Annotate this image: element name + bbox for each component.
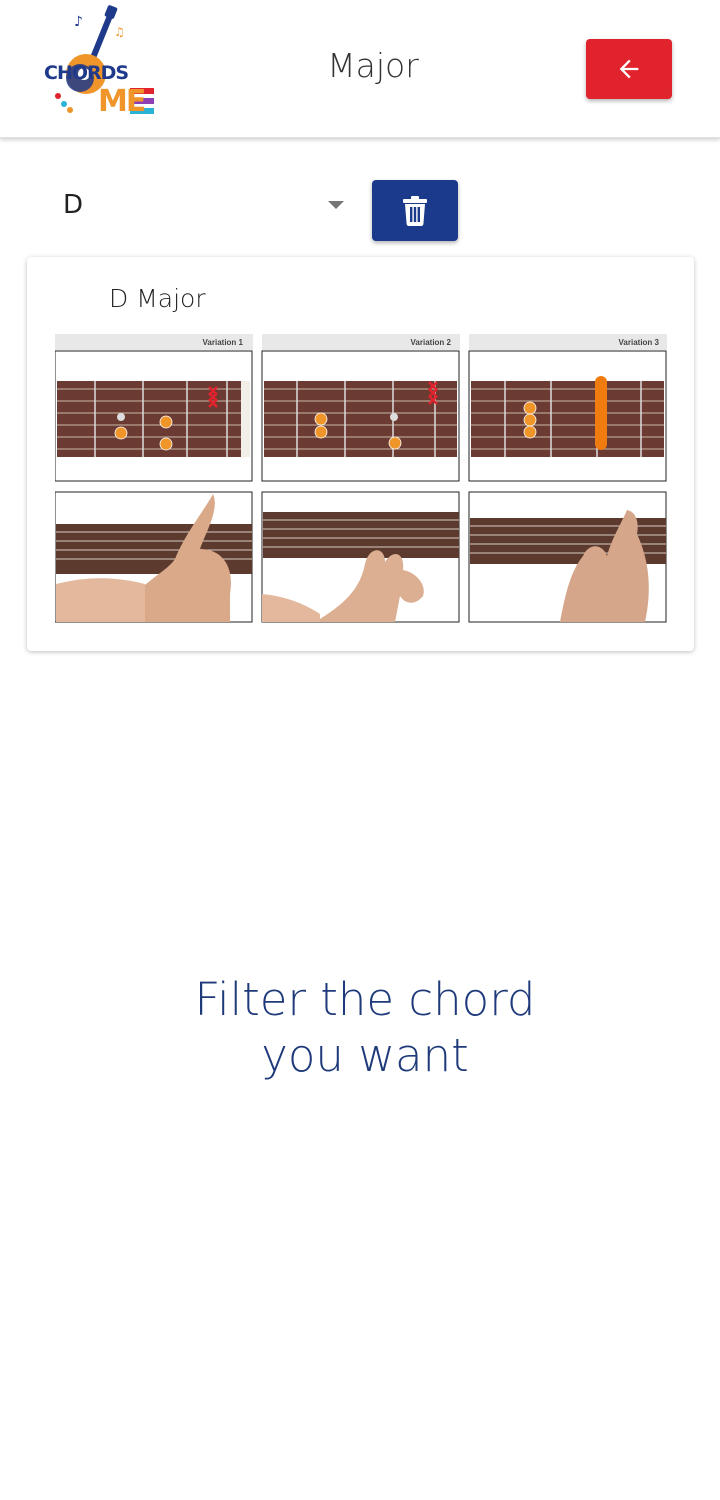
filter-prompt-line-1: Filter the chord [194,973,536,1026]
variation-1-label: Variation 1 [203,338,244,347]
fretboard-2 [261,350,460,482]
fretboard-1 [55,350,253,482]
arrow-left-icon [619,59,639,79]
chord-diagram-image: Variation 1 Variation 2 Variation 3 [55,334,667,623]
variation-2-label: Variation 2 [411,338,452,347]
svg-text:♪: ♪ [74,14,83,30]
filter-prompt-line-2: you want [261,1029,469,1082]
key-select-value: D [63,190,84,220]
hand-photo-3 [468,491,667,623]
svg-text:♫: ♫ [114,25,125,39]
hand-photo-2 [261,491,460,623]
filter-prompt: Filter the chord you want [0,972,720,1084]
chord-card-title: D Major [109,284,206,313]
hand-photo-1 [55,491,253,623]
key-select[interactable]: D [48,170,348,240]
trash-icon [403,195,427,226]
logo-me-text: ME [98,84,146,119]
clear-filter-button[interactable] [372,180,458,241]
chord-card[interactable]: D Major Variation 1 Variation 2 Variatio… [27,257,694,651]
chevron-down-icon [328,201,344,209]
variation-3-label: Variation 3 [619,338,660,347]
app-header: ♪ ♫ CHORDS ME Major [0,0,720,138]
fretboard-3 [468,350,667,482]
back-button[interactable] [586,39,672,99]
